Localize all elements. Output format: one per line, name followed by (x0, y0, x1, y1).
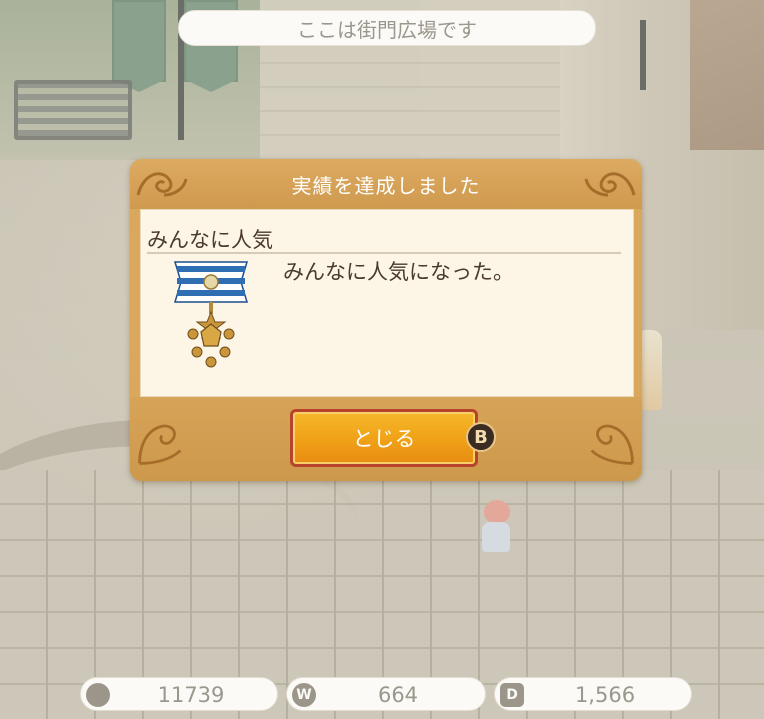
ornament-flourish-icon (138, 424, 182, 465)
close-button-label: とじる (352, 427, 416, 451)
location-banner: ここは街門広場です (178, 10, 596, 46)
lamp-post (640, 20, 646, 90)
dialog-title: 実績を達成しました (291, 173, 481, 198)
bench (14, 80, 132, 140)
player-character[interactable] (478, 500, 514, 554)
tower-roof (690, 0, 764, 150)
w-token-icon: W (292, 683, 316, 707)
ornament-flourish-icon (590, 424, 634, 465)
b-button-hint-icon: B (466, 422, 496, 452)
achievement-dialog: 実績を達成しました みんなに人気 みんなに人気になった。 とじる B (130, 159, 642, 481)
close-button[interactable]: とじる (290, 409, 478, 467)
player-head (484, 500, 510, 524)
coin-count: 11739 (157, 683, 225, 707)
coin-icon (86, 683, 110, 707)
d-ticket-count: 1,566 (574, 683, 636, 707)
player-body (482, 522, 510, 552)
currency-w: W 664 (286, 677, 486, 711)
dialog-footer: とじる B (130, 397, 642, 481)
currency-d: D 1,566 (494, 677, 692, 711)
d-ticket-icon: D (500, 683, 524, 707)
dialog-body: みんなに人気 みんなに人気になった。 (140, 209, 634, 397)
divider (147, 252, 621, 254)
medal-icon (173, 261, 249, 368)
achievement-name: みんなに人気 (147, 228, 273, 252)
achievement-description: みんなに人気になった。 (283, 260, 514, 284)
flag-banner (112, 0, 166, 92)
dialog-header: 実績を達成しました (130, 159, 642, 209)
w-token-count: 664 (377, 683, 419, 707)
currency-coins: 11739 (80, 677, 278, 711)
